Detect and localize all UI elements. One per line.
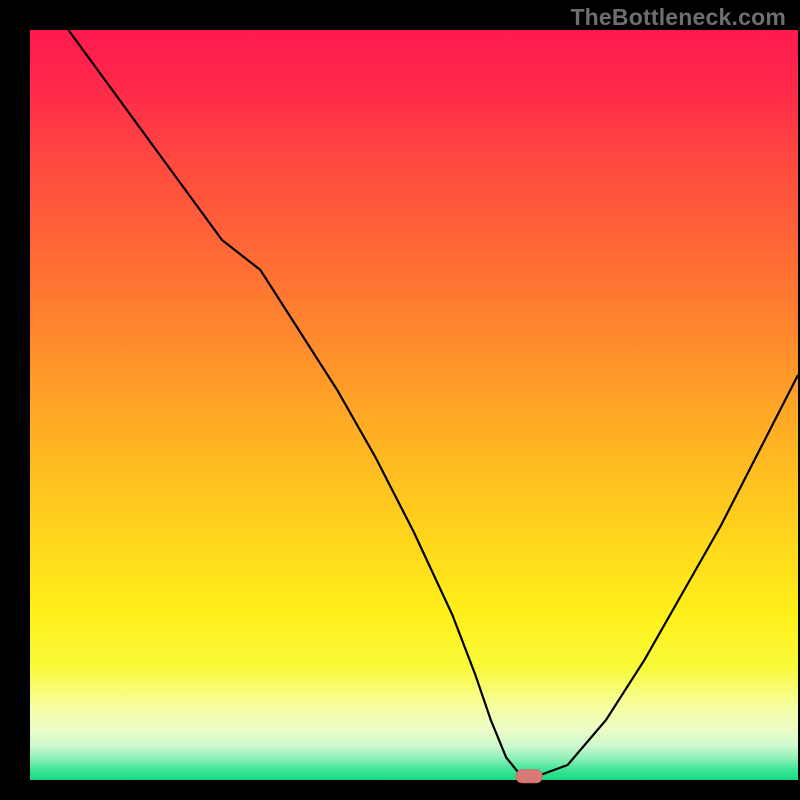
optimal-point-marker xyxy=(516,770,542,783)
plot-background xyxy=(30,30,798,780)
watermark-text: TheBottleneck.com xyxy=(570,4,786,31)
bottleneck-chart xyxy=(0,0,800,800)
chart-frame: TheBottleneck.com xyxy=(0,0,800,800)
